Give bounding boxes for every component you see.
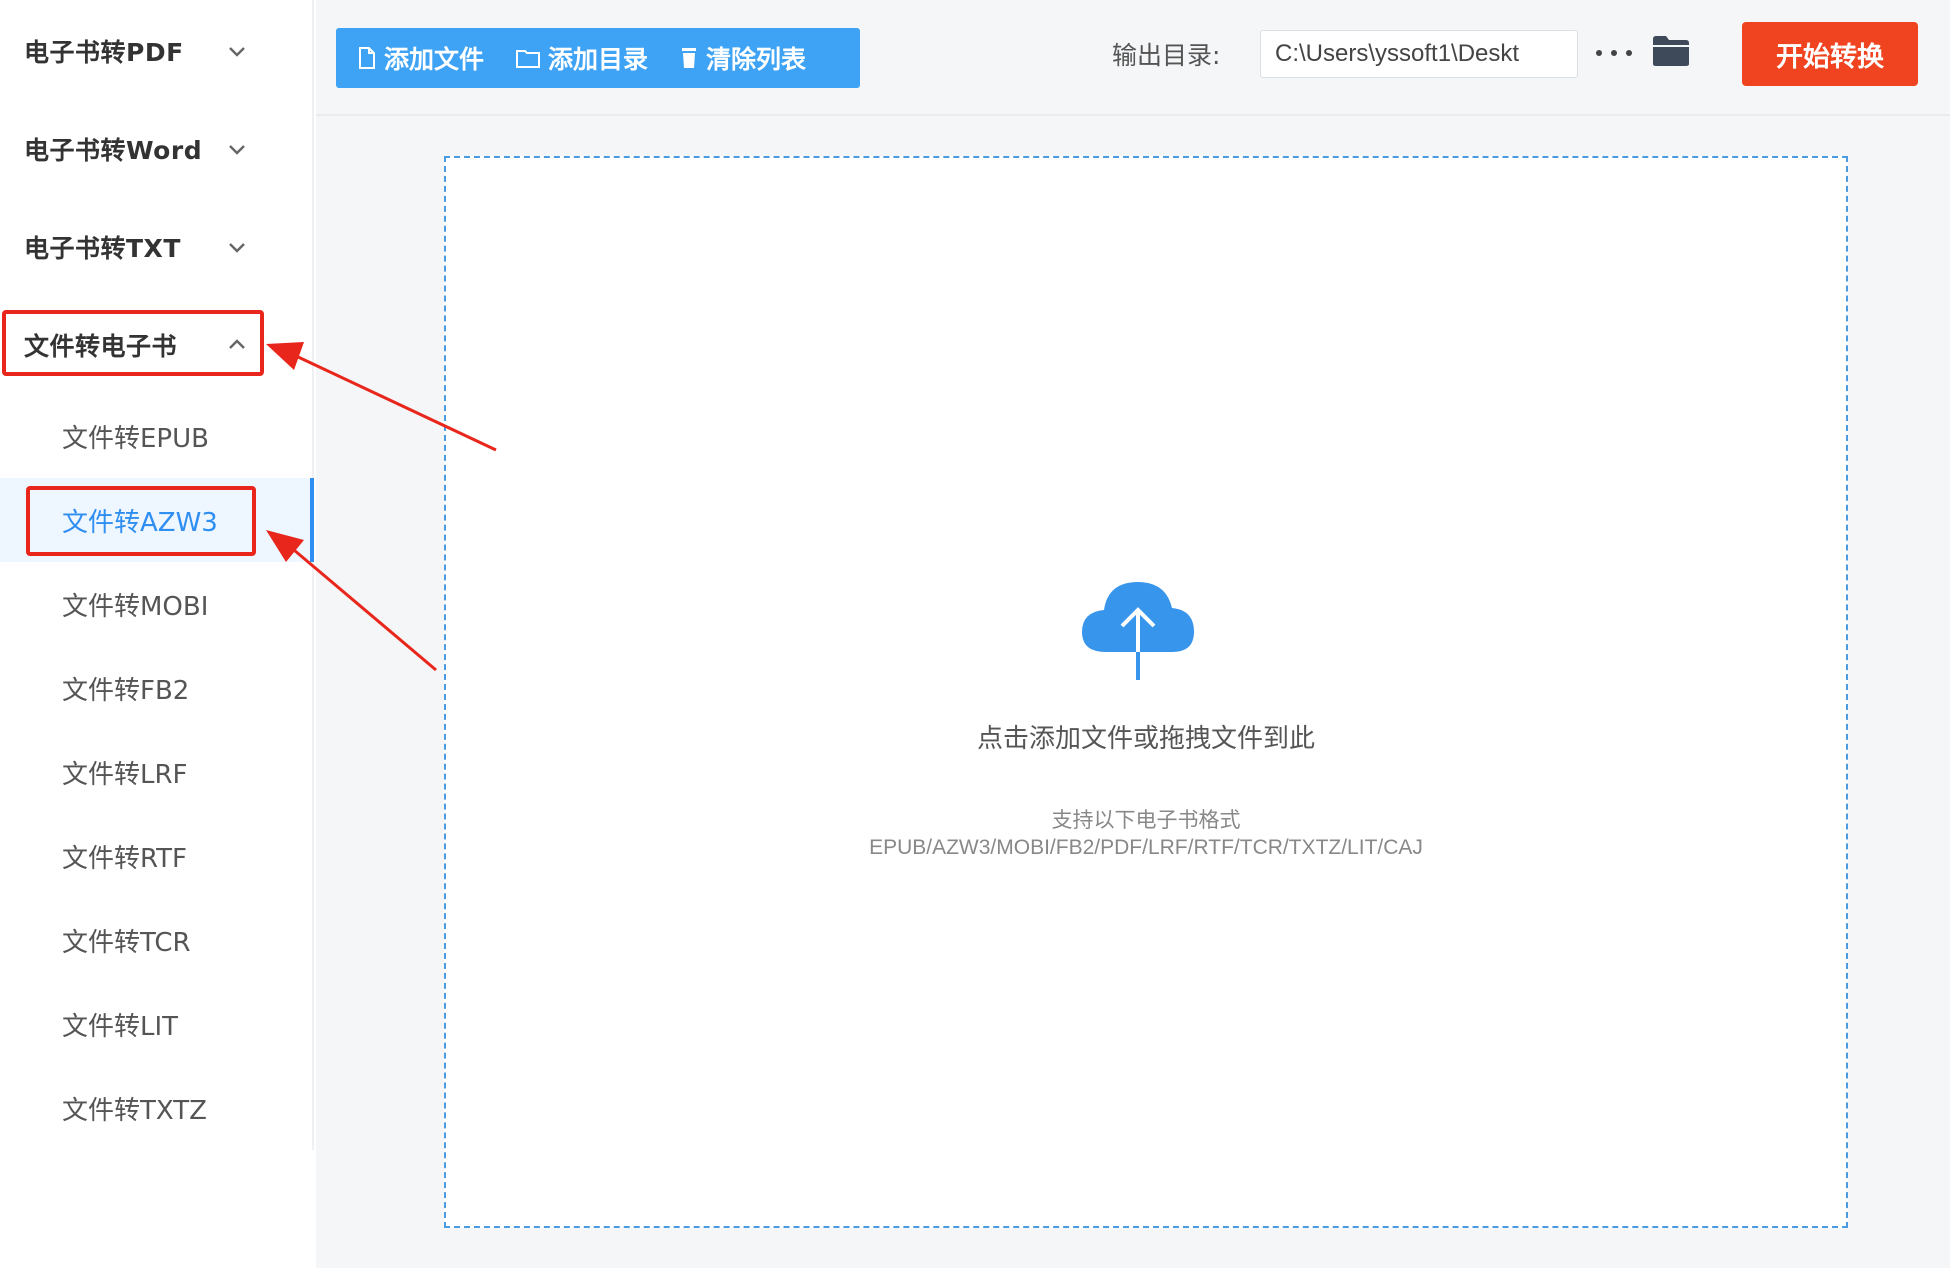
sidebar-item-label: 文件转TXTZ — [62, 1095, 207, 1126]
add-folder-button[interactable]: 添加目录 — [494, 28, 658, 88]
start-convert-button[interactable]: 开始转换 — [1742, 22, 1918, 86]
trash-icon — [682, 48, 697, 68]
sidebar-item-label: 文件转EPUB — [62, 423, 209, 454]
sidebar-item-lrf[interactable]: 文件转LRF — [0, 730, 312, 814]
sidebar: 电子书转PDF 电子书转Word 电子书转TXT 文件转电子书 文件转EPUB … — [0, 0, 314, 1150]
cloud-upload-icon — [1082, 582, 1194, 680]
chevron-down-icon — [229, 145, 245, 155]
sidebar-item-label: 文件转LIT — [62, 1011, 179, 1042]
toolbar: 添加文件 添加目录 清除列表 输出目录: C:\Users\yssoft1\De… — [316, 0, 1950, 116]
sidebar-item-lit[interactable]: 文件转LIT — [0, 982, 312, 1066]
sidebar-group-label: 电子书转Word — [24, 136, 203, 165]
folder-open-icon[interactable] — [1652, 34, 1690, 68]
sidebar-item-mobi[interactable]: 文件转MOBI — [0, 562, 312, 646]
dropzone-formats: EPUB/AZW3/MOBI/FB2/PDF/LRF/RTF/TCR/TXTZ/… — [869, 836, 1423, 859]
sidebar-group-file-to-ebook[interactable]: 文件转电子书 — [0, 296, 312, 394]
sidebar-item-label: 文件转FB2 — [62, 675, 190, 706]
folder-icon — [516, 50, 541, 68]
sidebar-item-epub[interactable]: 文件转EPUB — [0, 394, 312, 478]
chevron-up-icon — [229, 339, 245, 349]
sidebar-item-tcr[interactable]: 文件转TCR — [0, 898, 312, 982]
sidebar-item-label: 文件转TCR — [62, 927, 191, 958]
clear-list-label: 清除列表 — [706, 45, 807, 74]
output-dir-label: 输出目录: — [1112, 41, 1221, 70]
main-area: 添加文件 添加目录 清除列表 输出目录: C:\Users\yssoft1\De… — [316, 0, 1950, 1268]
sidebar-group-label: 电子书转TXT — [24, 234, 181, 263]
sidebar-item-fb2[interactable]: 文件转FB2 — [0, 646, 312, 730]
sidebar-item-label: 文件转AZW3 — [62, 507, 218, 538]
sidebar-group-ebook-to-word[interactable]: 电子书转Word — [0, 100, 312, 198]
dropzone-subtitle: 支持以下电子书格式 — [1051, 808, 1241, 832]
sidebar-item-label: 文件转MOBI — [62, 591, 209, 622]
chevron-down-icon — [229, 47, 245, 57]
active-indicator — [310, 478, 314, 562]
workspace: 点击添加文件或拖拽文件到此 支持以下电子书格式 EPUB/AZW3/MOBI/F… — [316, 118, 1950, 1268]
sidebar-item-txtz[interactable]: 文件转TXTZ — [0, 1066, 312, 1150]
file-dropzone[interactable]: 点击添加文件或拖拽文件到此 支持以下电子书格式 EPUB/AZW3/MOBI/F… — [444, 156, 1848, 1228]
sidebar-footer — [0, 1150, 314, 1268]
sidebar-group-ebook-to-pdf[interactable]: 电子书转PDF — [0, 2, 312, 100]
file-icon — [359, 47, 375, 69]
output-dir-field[interactable]: C:\Users\yssoft1\Deskt — [1260, 30, 1578, 78]
sidebar-item-label: 文件转LRF — [62, 759, 188, 790]
add-file-label: 添加文件 — [384, 45, 485, 74]
add-file-button[interactable]: 添加文件 — [336, 28, 494, 88]
sidebar-group-ebook-to-txt[interactable]: 电子书转TXT — [0, 198, 312, 296]
add-folder-label: 添加目录 — [548, 45, 649, 74]
sidebar-group-label: 文件转电子书 — [24, 332, 178, 361]
more-dots-icon[interactable] — [1596, 38, 1632, 68]
sidebar-item-azw3[interactable]: 文件转AZW3 — [0, 478, 314, 562]
sidebar-item-rtf[interactable]: 文件转RTF — [0, 814, 312, 898]
sidebar-item-label: 文件转RTF — [62, 843, 188, 874]
dropzone-title: 点击添加文件或拖拽文件到此 — [976, 724, 1315, 754]
file-action-group: 添加文件 添加目录 清除列表 — [336, 28, 860, 88]
chevron-down-icon — [229, 243, 245, 253]
clear-list-button[interactable]: 清除列表 — [658, 28, 816, 88]
sidebar-group-label: 电子书转PDF — [24, 38, 184, 67]
